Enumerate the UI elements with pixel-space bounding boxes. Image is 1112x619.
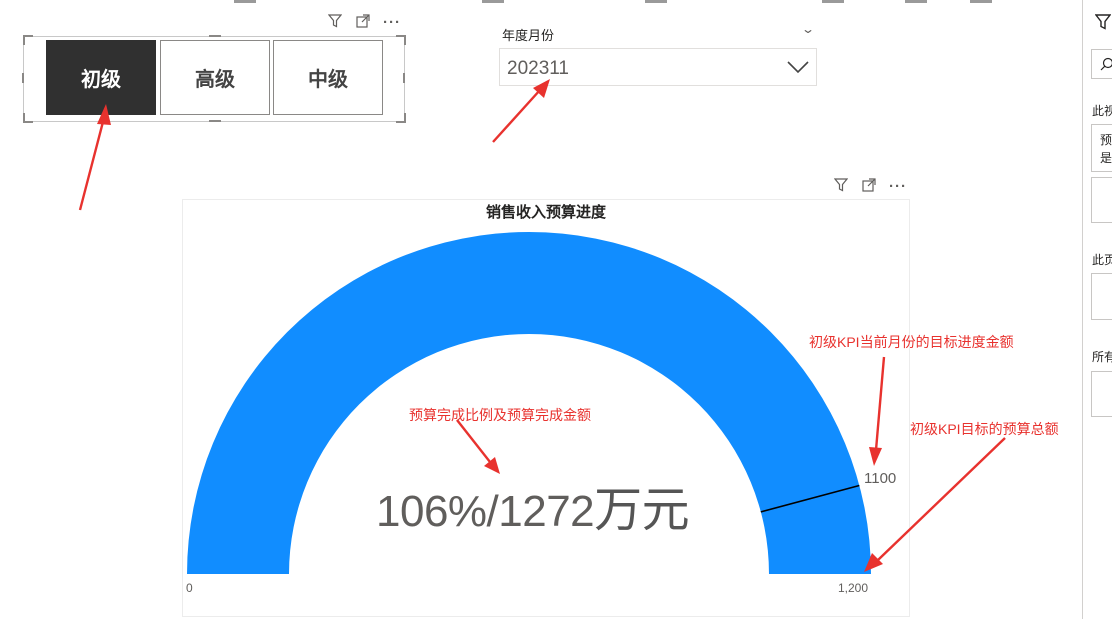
gauge-target-label: 1100	[864, 470, 897, 487]
arrow-to-slicer	[78, 104, 111, 211]
filter-pane[interactable]: 此视 预 是 此页 所有	[1082, 0, 1112, 619]
filter-pane-section-all: 所有	[1092, 350, 1112, 364]
gauge-max-label: 1,200	[838, 581, 869, 595]
filter-card-text: 预	[1100, 133, 1112, 147]
gauge-min-label: 0	[186, 581, 193, 595]
filter-pane-section-visual: 此视	[1092, 104, 1112, 118]
arrow-to-date	[492, 79, 550, 143]
filter-search-box[interactable]	[1091, 49, 1112, 79]
filter-card-visual[interactable]: 预 是	[1091, 124, 1112, 172]
filter-add-field-well[interactable]	[1091, 273, 1112, 320]
annotation-value-note: 预算完成比例及预算完成金额	[409, 407, 591, 423]
search-icon	[1100, 57, 1112, 71]
filter-add-field-well[interactable]	[1091, 371, 1112, 417]
filter-card-text: 是	[1100, 151, 1112, 165]
filter-pane-section-page: 此页	[1092, 253, 1112, 267]
gauge-callout-value: 106%/1272万元	[376, 470, 690, 540]
arrow-to-target	[869, 356, 886, 466]
filter-add-field-well[interactable]	[1091, 177, 1112, 223]
gauge-value-text: 106%/1272	[376, 487, 595, 536]
filter-icon[interactable]	[1095, 14, 1111, 30]
arrow-to-value	[456, 419, 500, 474]
annotation-max-note: 初级KPI目标的预算总额	[910, 421, 1059, 437]
gauge-value-unit: 万元	[594, 484, 690, 537]
annotation-target-note: 初级KPI当前月份的目标进度金额	[809, 334, 1014, 350]
arrow-to-max	[864, 437, 1006, 572]
